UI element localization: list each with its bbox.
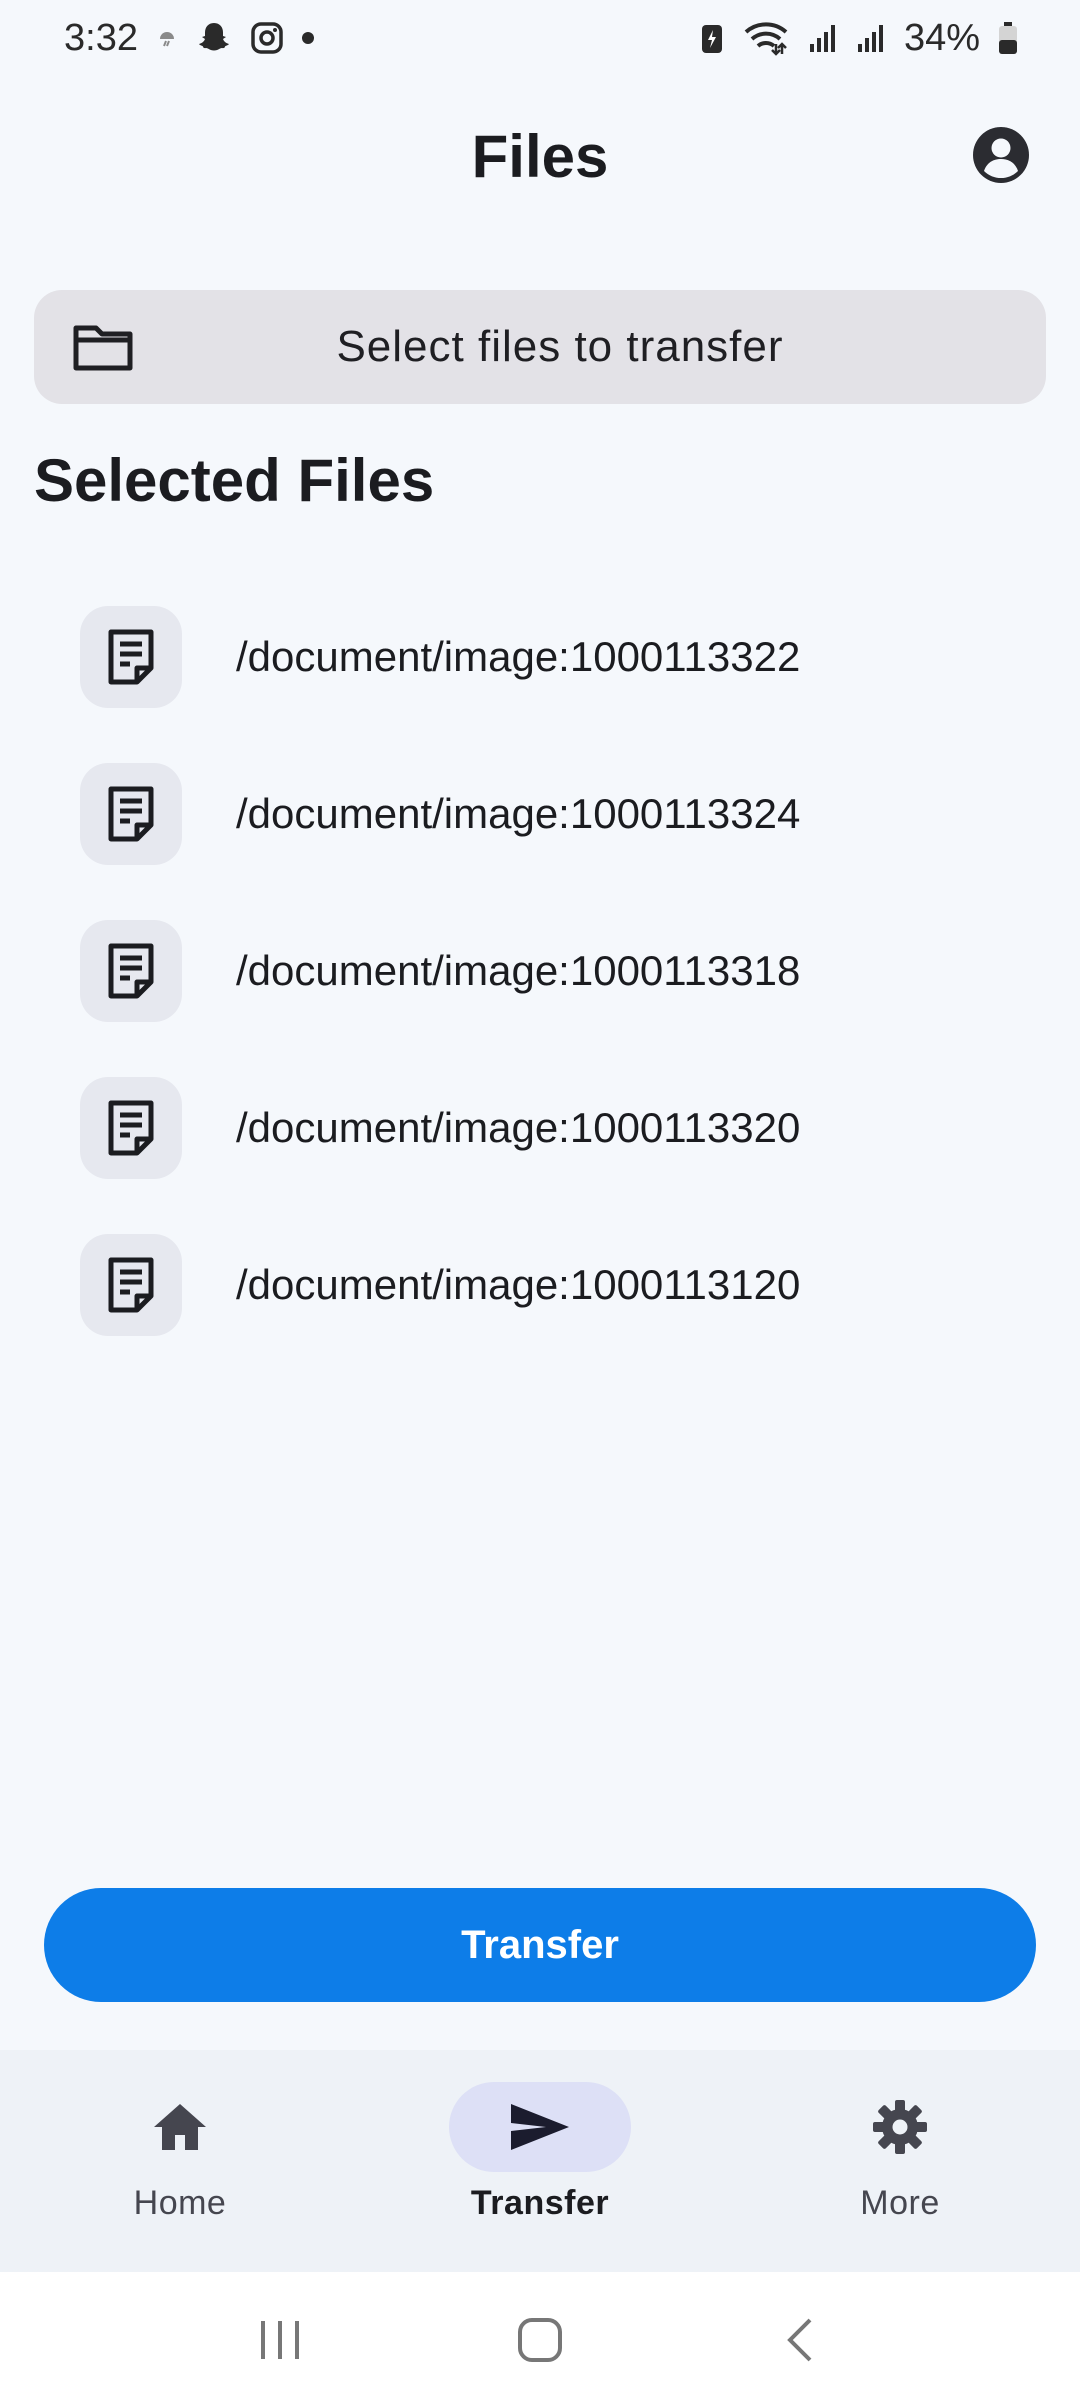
file-name: /document/image:1000113324 [236,789,801,837]
nav-label-transfer: Transfer [470,2184,610,2222]
battery-icon [998,21,1018,55]
list-item[interactable]: /document/image:1000113120 [0,1206,1080,1363]
send-icon [511,2104,569,2150]
weather-icon [156,27,178,49]
nav-label-home: Home [133,2184,227,2222]
file-list: /document/image:1000113322 /document/ima… [0,578,1080,1363]
nav-item-home[interactable]: Home [0,2050,360,2272]
file-name: /document/image:1000113322 [236,632,801,680]
list-item[interactable]: /document/image:1000113318 [0,892,1080,1049]
list-item[interactable]: /document/image:1000113320 [0,1049,1080,1206]
select-files-label: Select files to transfer [336,322,784,371]
home-square-icon [518,2318,562,2362]
recent-apps-button[interactable] [240,2300,320,2380]
document-icon [80,919,182,1022]
section-title: Selected Files [34,447,435,514]
gear-icon [873,2100,927,2154]
document-icon [80,1076,182,1179]
notification-dot-icon [301,32,314,44]
signal-icon-1 [808,22,838,54]
app-bar: Files [0,76,1080,236]
list-item[interactable]: /document/image:1000113322 [0,578,1080,735]
document-icon [80,1233,182,1336]
file-name: /document/image:1000113320 [236,1103,801,1151]
status-bar: 3:32 34% [0,0,1080,76]
account-button[interactable] [968,122,1034,188]
nav-icon-container-active [449,2082,631,2172]
instagram-icon [250,21,284,55]
document-icon [80,605,182,708]
snapchat-icon [196,20,232,56]
back-chevron-icon [787,2318,812,2362]
home-icon [154,2104,206,2150]
recent-apps-icon [261,2321,299,2359]
nav-icon-container [809,2082,991,2172]
file-name: /document/image:1000113120 [236,1260,801,1308]
document-icon [80,762,182,865]
list-item[interactable]: /document/image:1000113324 [0,735,1080,892]
page-title: Files [471,122,609,190]
signal-icon-2 [856,22,886,54]
file-name: /document/image:1000113318 [236,946,801,994]
wifi-icon [742,20,790,56]
transfer-button[interactable]: Transfer [44,1888,1036,2002]
home-system-button[interactable] [500,2300,580,2380]
account-circle-icon [973,127,1029,183]
back-button[interactable] [760,2300,840,2380]
folder-icon [72,320,134,379]
system-navigation-bar [0,2272,1080,2408]
status-time: 3:32 [64,16,138,59]
battery-percent: 34% [903,16,980,59]
status-right: 34% [700,17,1018,60]
nav-item-transfer[interactable]: Transfer [360,2050,720,2272]
nav-icon-container [89,2082,271,2172]
status-left: 3:32 [64,17,314,60]
battery-saver-icon [700,21,724,55]
bottom-navigation: Home Transfer More [0,2050,1080,2272]
nav-label-more: More [860,2184,940,2222]
nav-item-more[interactable]: More [720,2050,1080,2272]
select-files-button[interactable]: Select files to transfer [34,290,1046,404]
